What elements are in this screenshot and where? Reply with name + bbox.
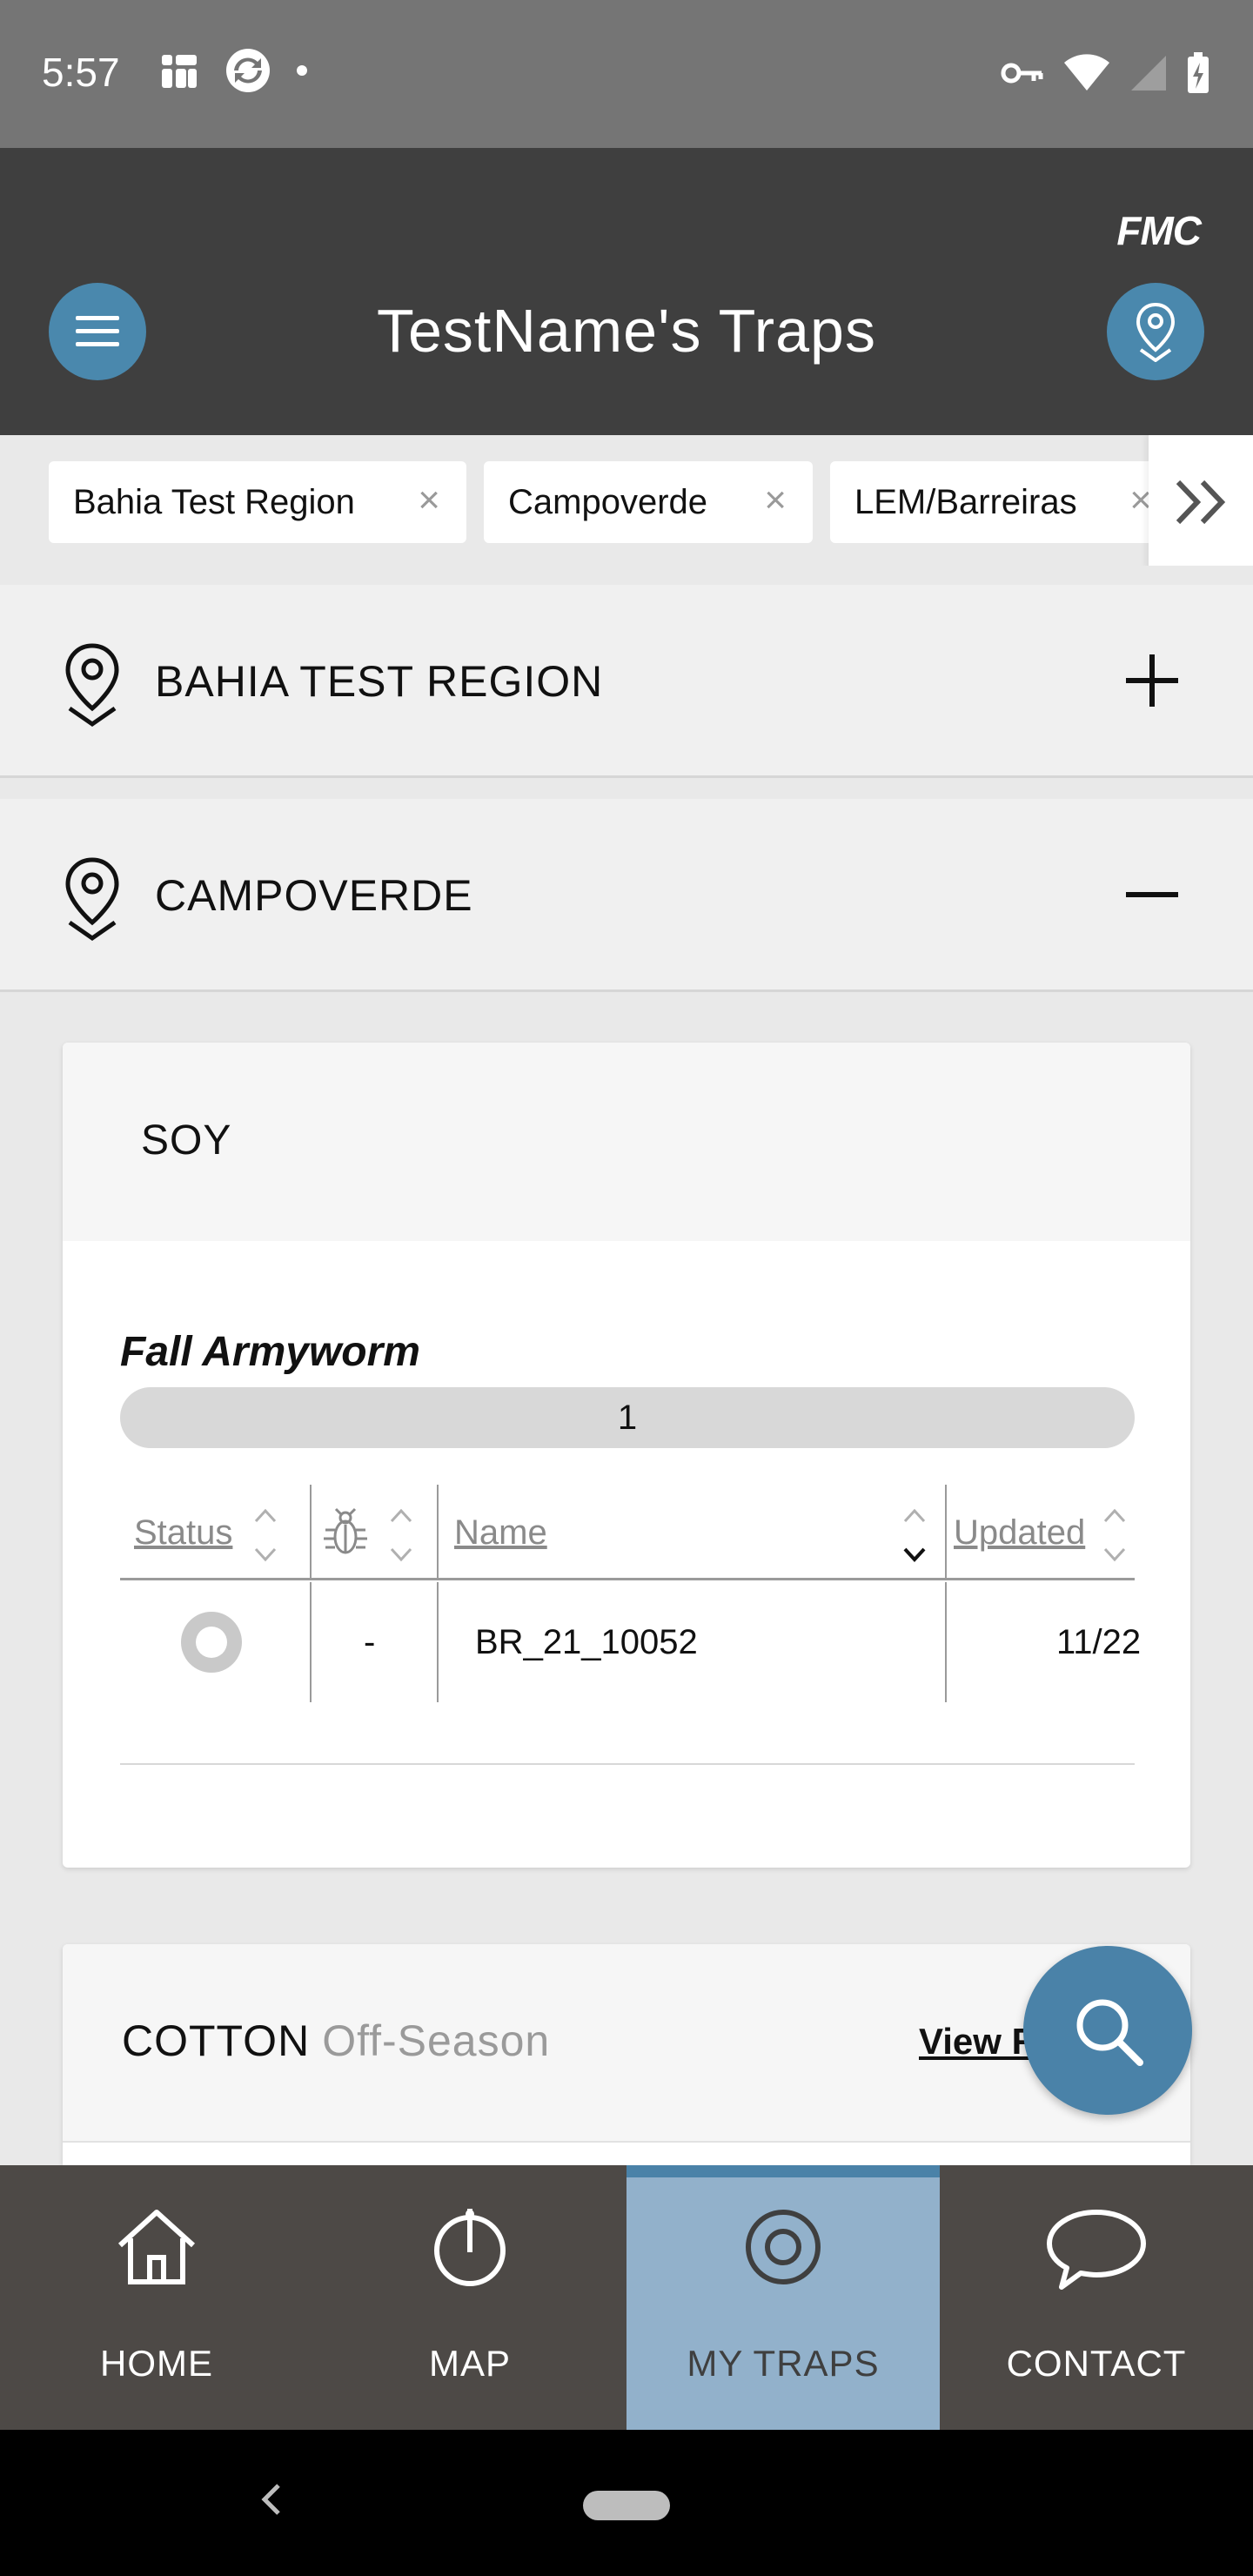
app-header: FMC TestName's Traps (0, 148, 1253, 435)
location-button[interactable] (1107, 283, 1204, 380)
home-pill-button[interactable] (583, 2491, 670, 2520)
card-divider (120, 1763, 1135, 1765)
trap-status-indicator (181, 1582, 242, 1702)
region-name: BAHIA TEST REGION (155, 657, 604, 706)
target-icon (746, 2210, 821, 2284)
nav-contact[interactable]: CONTACT (940, 2165, 1253, 2430)
column-divider (437, 1582, 439, 1702)
crop-card-body: Fall Armyworm 1 Status Name Updated - BR (63, 1241, 1190, 1868)
nav-map[interactable]: MAP (313, 2165, 626, 2430)
nav-label: MY TRAPS (687, 2343, 880, 2384)
name-column-header[interactable]: Name (454, 1485, 547, 1580)
filter-chip-label: Bahia Test Region (73, 482, 355, 521)
system-status-icons (1001, 52, 1209, 94)
search-icon (1076, 1999, 1143, 2066)
crop-card-soy: SOY Fall Armyworm 1 Status Name Updated … (63, 1043, 1190, 1868)
page-title: TestName's Traps (377, 297, 876, 365)
region-pin-icon (65, 857, 119, 942)
crop-card-header: SOY (63, 1043, 1190, 1241)
sync-notification-icon (226, 49, 270, 92)
pest-name: Fall Armyworm (120, 1329, 420, 1375)
nav-label: CONTACT (1006, 2343, 1187, 2384)
column-divider (310, 1582, 312, 1702)
region-row-bahia[interactable]: BAHIA TEST REGION (0, 585, 1253, 778)
chips-scroll-right-button[interactable] (1149, 435, 1253, 566)
view-report-link[interactable]: View R (919, 2021, 1038, 2063)
sort-arrows-active-icon[interactable] (901, 1500, 928, 1570)
map-pin-icon (434, 2209, 506, 2286)
crop-card-cotton: COTTON Off-Season View R (63, 1944, 1190, 2165)
back-chevron-icon[interactable] (252, 2472, 287, 2527)
nav-my-traps[interactable]: MY TRAPS (626, 2165, 940, 2430)
status-time: 5:57 (42, 50, 120, 95)
filter-chip[interactable]: Campoverde × (484, 461, 813, 543)
bottom-navigation: HOME MAP MY TRAPS CONTACT (0, 2165, 1253, 2430)
cell-signal-icon (1131, 56, 1166, 91)
updated-column-header[interactable]: Updated (954, 1485, 1085, 1580)
chat-bubble-icon (1047, 2210, 1146, 2290)
status-column-header[interactable]: Status (134, 1485, 232, 1580)
trap-name-cell: BR_21_10052 (475, 1622, 698, 1661)
home-icon (117, 2210, 196, 2284)
traps-table-header: Status Name Updated (120, 1485, 1135, 1580)
updated-date-cell: 11/22 (1056, 1622, 1142, 1661)
expand-plus-icon[interactable] (1124, 653, 1180, 708)
trap-count-pill: 1 (120, 1387, 1135, 1448)
location-pin-icon (1136, 302, 1176, 362)
table-row[interactable]: - BR_21_10052 11/22 (120, 1582, 1141, 1702)
search-button[interactable] (1023, 1946, 1192, 2115)
column-divider (945, 1485, 947, 1580)
double-chevron-right-icon (1176, 480, 1226, 525)
column-divider (310, 1485, 312, 1580)
season-label: Off-Season (322, 2016, 551, 2065)
sort-arrows-icon[interactable] (252, 1500, 278, 1570)
brand-logo: FMC (1116, 208, 1202, 253)
remove-chip-icon[interactable]: × (418, 479, 440, 522)
status-bar: 5:57 (0, 0, 1253, 148)
region-name: CAMPOVERDE (155, 871, 473, 920)
region-row-campoverde[interactable]: CAMPOVERDE (0, 799, 1253, 992)
pest-count-cell: - (364, 1622, 376, 1661)
column-divider (437, 1485, 439, 1580)
collapse-minus-icon[interactable] (1124, 867, 1180, 922)
vpn-key-icon (1001, 63, 1043, 84)
app-notification-icon (162, 55, 197, 88)
filter-chip-label: LEM/Barreiras (854, 482, 1077, 521)
more-notifications-dot-icon (297, 65, 307, 76)
crop-name: SOY (141, 1117, 232, 1164)
nav-label: HOME (100, 2343, 213, 2384)
remove-chip-icon[interactable]: × (764, 479, 787, 522)
filter-chips-row: Bahia Test Region × Campoverde × LEM/Bar… (0, 435, 1253, 566)
bug-icon (324, 1507, 367, 1554)
filter-chip-label: Campoverde (508, 482, 708, 521)
nav-label: MAP (428, 2343, 511, 2384)
pest-count-column-header[interactable] (322, 1485, 369, 1580)
system-navigation-bar (0, 2430, 1253, 2576)
region-pin-icon (65, 643, 119, 728)
notification-icons (158, 47, 308, 94)
column-divider (945, 1582, 947, 1702)
sort-arrows-icon[interactable] (1102, 1500, 1128, 1570)
nav-home[interactable]: HOME (0, 2165, 313, 2430)
crop-name: COTTON Off-Season (122, 2016, 551, 2065)
filter-chip[interactable]: Bahia Test Region × (49, 461, 466, 543)
sort-arrows-icon[interactable] (388, 1500, 414, 1570)
battery-charging-icon (1188, 52, 1209, 93)
crop-card-header: COTTON Off-Season View R (63, 1944, 1190, 2143)
filter-chip[interactable]: LEM/Barreiras × (830, 461, 1178, 543)
wifi-icon (1064, 54, 1109, 91)
